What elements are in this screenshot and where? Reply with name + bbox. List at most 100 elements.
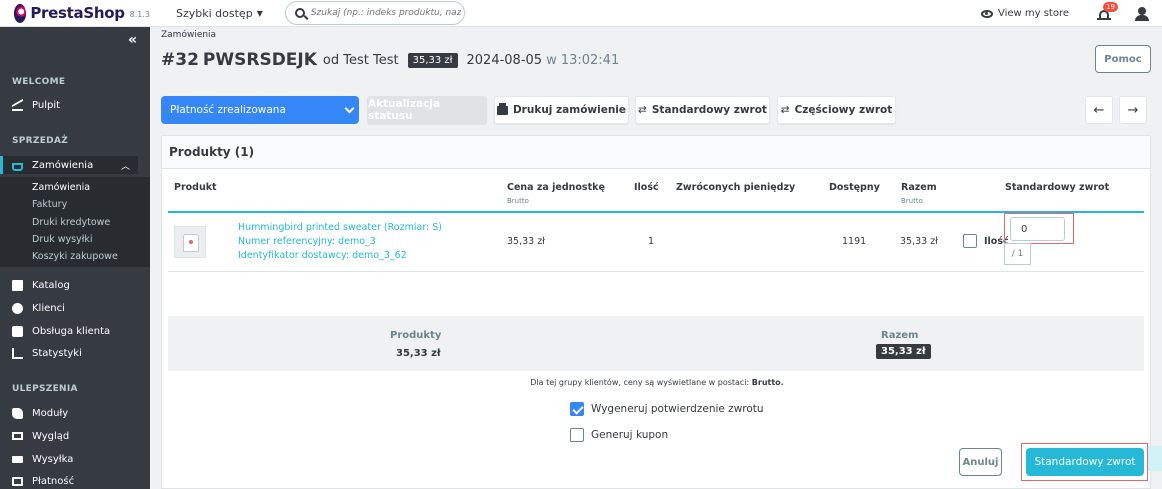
sidebar-item-customers[interactable]: Klienci bbox=[12, 300, 150, 316]
collapse-sidebar-icon[interactable]: « bbox=[128, 32, 137, 48]
order-number: #32 bbox=[161, 50, 199, 70]
prestashop-logo-icon bbox=[14, 3, 27, 23]
sidebar-item-payment[interactable]: Płatność bbox=[12, 473, 150, 489]
row-available: 1191 bbox=[842, 236, 867, 247]
refund-quantity-max: / 1 bbox=[1004, 243, 1031, 265]
order-date: 2024-08-05 bbox=[466, 52, 543, 68]
sidebar-item-catalog[interactable]: Katalog bbox=[12, 277, 150, 293]
bell-icon-base bbox=[1097, 17, 1111, 20]
page-title: #32 PWSRSDEJK od Test Test 35,33 zł 2024… bbox=[161, 50, 619, 70]
col-total-sub: Brutto bbox=[901, 197, 923, 205]
table-row-divider bbox=[168, 271, 1144, 272]
order-status-select[interactable]: Płatność zrealizowana bbox=[161, 96, 359, 124]
next-order-button[interactable]: → bbox=[1119, 96, 1147, 124]
row-quantity: 1 bbox=[648, 236, 655, 247]
swap-icon: ⇄ bbox=[780, 104, 790, 116]
sidebar-item-label: Zamówienia bbox=[32, 159, 94, 171]
col-available: Dostępny bbox=[829, 182, 880, 193]
standard-refund-toolbar-button[interactable]: ⇄ Standardowy zwrot bbox=[635, 96, 770, 124]
sidebar-item-label: Statystyki bbox=[32, 347, 82, 359]
swap-icon: ⇄ bbox=[638, 104, 647, 116]
sidebar-item-label: Pulpit bbox=[32, 99, 61, 111]
chevron-down-icon bbox=[344, 103, 355, 114]
sidebar-item-label: Moduły bbox=[32, 407, 69, 419]
sidebar-item-orders[interactable]: Zamówienia ︿ bbox=[0, 156, 138, 174]
submenu-delivery-slips[interactable]: Druk wysyłki bbox=[32, 234, 93, 245]
price-display-note-text: Dla tej grupy klientów, ceny są wyświetl… bbox=[530, 378, 750, 387]
standard-refund-submit-button[interactable]: Standardowy zwrot bbox=[1026, 448, 1144, 476]
refund-quantity-checkbox[interactable] bbox=[963, 234, 977, 248]
submenu-invoices[interactable]: Faktury bbox=[32, 199, 67, 210]
notifications-button[interactable]: 19 bbox=[1097, 1, 1118, 22]
summary-products-value: 35,33 zł bbox=[396, 348, 441, 359]
cancel-button[interactable]: Anuluj bbox=[959, 448, 1002, 476]
sidebar-item-stats[interactable]: Statystyki bbox=[12, 345, 150, 361]
generate-voucher-checkbox[interactable] bbox=[570, 428, 584, 442]
quick-access-dropdown[interactable]: Szybki dostęp ▼ bbox=[176, 7, 263, 20]
col-standard-refund: Standardowy zwrot bbox=[1005, 182, 1110, 193]
update-status-button[interactable]: Aktualizacja statusu bbox=[367, 96, 487, 124]
partial-refund-button[interactable]: ⇄ Częściowy zwrot bbox=[777, 96, 896, 124]
sidebar-item-dashboard[interactable]: Pulpit bbox=[12, 97, 150, 113]
submenu-credit-slips[interactable]: Druki kredytowe bbox=[32, 217, 110, 228]
store-icon bbox=[12, 279, 23, 291]
truck-icon bbox=[12, 455, 23, 463]
col-product: Produkt bbox=[174, 182, 217, 193]
sidebar-item-customer-service[interactable]: Obsługa klienta bbox=[12, 323, 150, 339]
printer-icon bbox=[496, 102, 508, 115]
standard-refund-label: Standardowy zwrot bbox=[651, 104, 767, 116]
product-reference[interactable]: Numer referencyjny: demo_3 bbox=[238, 236, 376, 247]
product-name-link[interactable]: Hummingbird printed sweater (Rozmiar: S) bbox=[238, 222, 442, 233]
bar-chart-icon bbox=[12, 347, 23, 359]
view-store-link[interactable]: View my store bbox=[980, 8, 1069, 19]
chevron-up-icon: ︿ bbox=[120, 161, 130, 172]
eye-icon bbox=[980, 9, 993, 18]
update-status-label: Aktualizacja statusu bbox=[368, 98, 440, 122]
order-total-badge: 35,33 zł bbox=[407, 52, 458, 68]
summary-total-badge: 35,33 zł bbox=[876, 344, 931, 359]
help-button[interactable]: Pomoc bbox=[1095, 45, 1151, 73]
section-sales: SPRZEDAŻ bbox=[12, 136, 69, 146]
col-unit-price-sub: Brutto bbox=[507, 197, 529, 205]
summary-total-label: Razem bbox=[881, 330, 919, 341]
product-supplier-reference[interactable]: Identyfikator dostawcy: demo_3_62 bbox=[238, 250, 407, 261]
sidebar-item-modules[interactable]: Moduły bbox=[12, 405, 150, 421]
print-order-button[interactable]: Drukuj zamówienie bbox=[494, 96, 629, 124]
sidebar-item-design[interactable]: Wygląd bbox=[12, 428, 150, 444]
sidebar-item-label: Katalog bbox=[32, 279, 70, 291]
search-input[interactable] bbox=[310, 8, 461, 18]
order-time: w 13:02:41 bbox=[546, 52, 620, 68]
user-account-icon[interactable] bbox=[1135, 6, 1149, 21]
quick-access-label: Szybki dostęp bbox=[176, 6, 253, 20]
decorative-edge bbox=[1148, 446, 1162, 471]
search-icon bbox=[294, 8, 305, 18]
prestashop-logo[interactable]: PrestaShop 8.1.3 bbox=[14, 3, 150, 23]
basket-icon bbox=[12, 162, 23, 171]
row-unit-price: 35,33 zł bbox=[507, 236, 545, 247]
price-display-note: Dla tej grupy klientów, ceny są wyświetl… bbox=[162, 378, 1152, 387]
caret-down-icon: ▼ bbox=[256, 8, 263, 18]
previous-order-button[interactable]: ← bbox=[1085, 96, 1113, 124]
products-card-title: Produkty (1) bbox=[162, 136, 1150, 169]
submenu-carts[interactable]: Koszyki zakupowe bbox=[32, 251, 118, 262]
credit-card-icon bbox=[12, 476, 23, 486]
logo-text: PrestaShop bbox=[30, 4, 125, 22]
generate-credit-slip-checkbox[interactable] bbox=[570, 402, 584, 416]
breadcrumb[interactable]: Zamówienia bbox=[161, 30, 216, 40]
section-welcome: WELCOME bbox=[12, 77, 66, 87]
top-bar: PrestaShop 8.1.3 Szybki dostęp ▼ View my… bbox=[0, 0, 1162, 27]
section-improvements: ULEPSZENIA bbox=[12, 384, 78, 394]
sidebar-item-shipping[interactable]: Wysyłka bbox=[12, 451, 150, 467]
chat-icon bbox=[12, 325, 23, 337]
col-total: Razem bbox=[901, 182, 937, 193]
order-customer: od Test Test bbox=[322, 52, 399, 68]
refund-summary: Produkty 35,33 zł Razem 35,33 zł bbox=[168, 316, 1144, 371]
view-store-label: View my store bbox=[997, 8, 1069, 19]
col-quantity: Ilość bbox=[634, 182, 659, 193]
submenu-orders[interactable]: Zamówienia bbox=[32, 182, 90, 193]
col-refunded: Zwróconych pieniędzy bbox=[676, 182, 796, 193]
refund-quantity-input[interactable] bbox=[1010, 217, 1065, 241]
search-box[interactable] bbox=[284, 1, 465, 25]
table-header-divider bbox=[168, 211, 1144, 213]
sidebar-item-label: Klienci bbox=[32, 302, 65, 314]
